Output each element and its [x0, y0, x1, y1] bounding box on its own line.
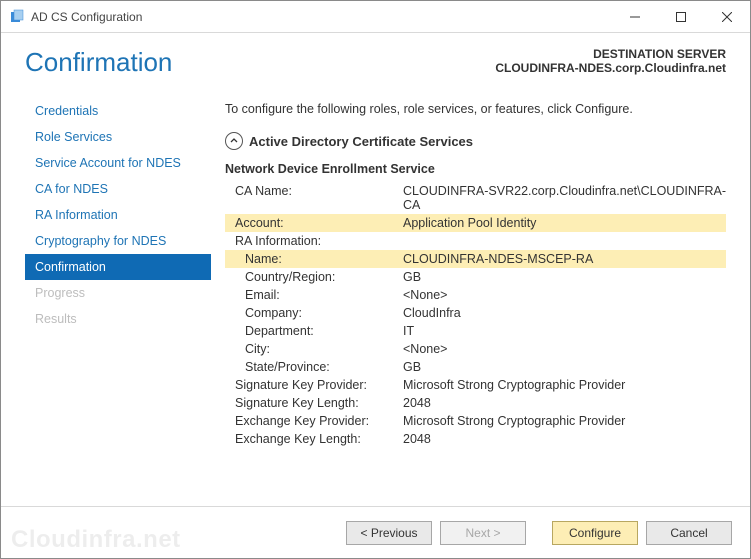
sidebar-item-results: Results [25, 306, 211, 332]
chevron-up-icon [225, 132, 243, 150]
detail-value: Microsoft Strong Cryptographic Provider [403, 414, 726, 428]
detail-row: Signature Key Length:2048 [225, 394, 726, 412]
detail-row: Account:Application Pool Identity [225, 214, 726, 232]
sidebar-item-role-services[interactable]: Role Services [25, 124, 211, 150]
detail-key: Name: [225, 252, 403, 266]
destination-label: DESTINATION SERVER [495, 47, 726, 61]
detail-key: City: [225, 342, 403, 356]
window-controls [612, 1, 750, 32]
detail-key: Department: [225, 324, 403, 338]
close-button[interactable] [704, 1, 750, 32]
detail-value: GB [403, 270, 726, 284]
detail-key: State/Province: [225, 360, 403, 374]
subsection-title: Network Device Enrollment Service [225, 162, 726, 176]
detail-value: CLOUDINFRA-SVR22.corp.Cloudinfra.net\CLO… [403, 184, 726, 212]
sidebar-item-service-account-for-ndes[interactable]: Service Account for NDES [25, 150, 211, 176]
sidebar-item-ra-information[interactable]: RA Information [25, 202, 211, 228]
main-pane: To configure the following roles, role s… [211, 92, 726, 506]
detail-value: 2048 [403, 396, 726, 410]
detail-key: CA Name: [225, 184, 403, 212]
detail-row: RA Information: [225, 232, 726, 250]
detail-row: Email:<None> [225, 286, 726, 304]
detail-key: Exchange Key Provider: [225, 414, 403, 428]
detail-row: Signature Key Provider:Microsoft Strong … [225, 376, 726, 394]
detail-value: <None> [403, 288, 726, 302]
detail-value: CLOUDINFRA-NDES-MSCEP-RA [403, 252, 726, 266]
detail-key: Company: [225, 306, 403, 320]
detail-key: Email: [225, 288, 403, 302]
destination-server: DESTINATION SERVER CLOUDINFRA-NDES.corp.… [495, 47, 726, 78]
configure-button[interactable]: Configure [552, 521, 638, 545]
maximize-button[interactable] [658, 1, 704, 32]
cancel-button[interactable]: Cancel [646, 521, 732, 545]
minimize-button[interactable] [612, 1, 658, 32]
detail-value: GB [403, 360, 726, 374]
app-icon [9, 9, 25, 25]
detail-key: Account: [225, 216, 403, 230]
detail-value: CloudInfra [403, 306, 726, 320]
destination-value: CLOUDINFRA-NDES.corp.Cloudinfra.net [495, 61, 726, 75]
detail-key: Signature Key Length: [225, 396, 403, 410]
detail-value [403, 234, 726, 248]
previous-button[interactable]: < Previous [346, 521, 432, 545]
detail-value: IT [403, 324, 726, 338]
header-row: Confirmation DESTINATION SERVER CLOUDINF… [1, 33, 750, 78]
titlebar: AD CS Configuration [1, 1, 750, 33]
content-area: CredentialsRole ServicesService Account … [1, 78, 750, 506]
sidebar-item-credentials[interactable]: Credentials [25, 98, 211, 124]
detail-row: Exchange Key Provider:Microsoft Strong C… [225, 412, 726, 430]
detail-value: Microsoft Strong Cryptographic Provider [403, 378, 726, 392]
window-title: AD CS Configuration [31, 10, 612, 24]
instruction-text: To configure the following roles, role s… [225, 102, 726, 116]
section-title: Active Directory Certificate Services [249, 134, 473, 149]
detail-row: State/Province:GB [225, 358, 726, 376]
page-title: Confirmation [25, 47, 172, 78]
detail-value: <None> [403, 342, 726, 356]
detail-key: Signature Key Provider: [225, 378, 403, 392]
detail-row: Country/Region:GB [225, 268, 726, 286]
sidebar-item-ca-for-ndes[interactable]: CA for NDES [25, 176, 211, 202]
detail-key: Exchange Key Length: [225, 432, 403, 446]
detail-row: Name:CLOUDINFRA-NDES-MSCEP-RA [225, 250, 726, 268]
detail-row: City:<None> [225, 340, 726, 358]
section-header[interactable]: Active Directory Certificate Services [225, 132, 726, 150]
detail-key: Country/Region: [225, 270, 403, 284]
watermark: Cloudinfra.net [11, 526, 181, 554]
detail-row: CA Name:CLOUDINFRA-SVR22.corp.Cloudinfra… [225, 182, 726, 214]
detail-row: Department:IT [225, 322, 726, 340]
details-list: CA Name:CLOUDINFRA-SVR22.corp.Cloudinfra… [225, 182, 726, 448]
detail-value: Application Pool Identity [403, 216, 726, 230]
next-button: Next > [440, 521, 526, 545]
detail-row: Company:CloudInfra [225, 304, 726, 322]
wizard-window: AD CS Configuration Confirmation DESTINA… [0, 0, 751, 559]
detail-value: 2048 [403, 432, 726, 446]
wizard-footer: Cloudinfra.net < Previous Next > Configu… [1, 506, 750, 558]
sidebar-item-confirmation[interactable]: Confirmation [25, 254, 211, 280]
detail-row: Exchange Key Length:2048 [225, 430, 726, 448]
sidebar-item-cryptography-for-ndes[interactable]: Cryptography for NDES [25, 228, 211, 254]
wizard-sidebar: CredentialsRole ServicesService Account … [25, 92, 211, 506]
detail-key: RA Information: [225, 234, 403, 248]
wizard-body: Confirmation DESTINATION SERVER CLOUDINF… [1, 33, 750, 558]
sidebar-item-progress: Progress [25, 280, 211, 306]
